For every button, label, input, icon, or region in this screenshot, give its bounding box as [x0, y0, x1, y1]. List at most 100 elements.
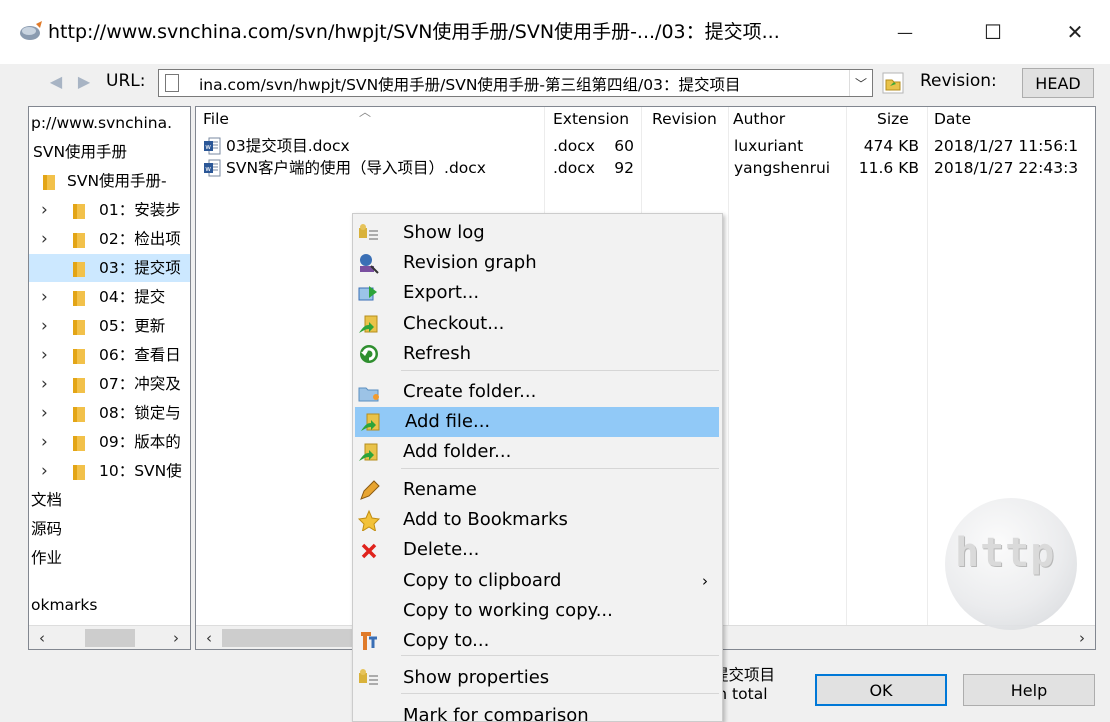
table-row[interactable]: w SVN客户端的使用（导入项目）.docx .docx 92 yangshenrui 1… [196, 157, 1095, 179]
column-header-date[interactable]: Date [934, 107, 971, 131]
menu-item-label: Copy to... [403, 630, 490, 651]
tree-item-label: 07：冲突及 [99, 375, 181, 393]
menu-item-add-to-bookmarks[interactable]: Add to Bookmarks [353, 505, 722, 535]
word-document-icon: w [204, 137, 221, 155]
chevron-right-icon[interactable]: › [41, 399, 48, 427]
menu-item-add-file[interactable]: Add file... [355, 407, 719, 437]
tree-item[interactable]: › 06：查看日 [29, 341, 190, 369]
file-revision: 60 [614, 137, 634, 155]
menu-item-label: Copy to working copy... [403, 600, 613, 621]
folder-icon [73, 465, 85, 480]
menu-item-copy-to[interactable]: Copy to... [353, 626, 722, 656]
tree-item[interactable]: › 04：提交 [29, 283, 190, 311]
column-header-revision[interactable]: Revision [652, 107, 717, 131]
checkout-icon [359, 315, 378, 333]
menu-separator [401, 468, 719, 469]
menu-item-label: Add to Bookmarks [403, 509, 568, 530]
menu-item-refresh[interactable]: Refresh [353, 339, 722, 369]
file-author: yangshenrui [734, 159, 831, 177]
tree-item[interactable]: › 02：检出项 [29, 225, 190, 253]
tree-item[interactable]: 源码 [29, 515, 190, 543]
tree-item[interactable]: p://www.svnchina. [29, 109, 190, 137]
scroll-left-icon[interactable]: ‹ [196, 626, 222, 649]
scroll-thumb[interactable] [85, 629, 135, 647]
tree-item[interactable]: SVN使用手册 [29, 138, 190, 166]
chevron-right-icon[interactable]: › [41, 312, 48, 340]
revision-head-button[interactable]: HEAD [1022, 68, 1094, 98]
chevron-right-icon[interactable]: › [41, 457, 48, 485]
tree-item[interactable]: › 09：版本的 [29, 428, 190, 456]
repo-browser-icon [20, 21, 42, 40]
bookmarks-label: okmarks [31, 596, 98, 614]
scroll-left-icon[interactable]: ‹ [29, 626, 55, 649]
file-name: SVN客户端的使用（导入项目）.docx [226, 159, 486, 177]
tree-item[interactable]: › 08：锁定与 [29, 399, 190, 427]
tree-item-label: 源码 [31, 520, 63, 538]
menu-item-copy-to-clipboard[interactable]: Copy to clipboard › [353, 566, 722, 596]
menu-item-create-folder[interactable]: Create folder... [353, 377, 722, 407]
scroll-thumb[interactable] [222, 629, 352, 647]
help-button[interactable]: Help [963, 674, 1095, 706]
maximize-button[interactable]: ☐ [970, 14, 1016, 50]
menu-item-label: Rename [403, 479, 477, 500]
column-header-size[interactable]: Size [877, 107, 909, 131]
menu-item-show-log[interactable]: Show log [353, 218, 722, 248]
chevron-down-icon[interactable]: ﹀ [849, 70, 872, 96]
forward-arrow-icon[interactable]: ▶ [74, 72, 94, 92]
repository-tree[interactable]: p://www.svnchina. SVN使用手册 SVN使用手册- › 01：安装步 ›… [28, 106, 191, 650]
menu-item-show-properties[interactable]: Show properties [353, 663, 722, 693]
chevron-right-icon[interactable]: › [41, 196, 48, 224]
bookmark-star-icon [357, 509, 381, 531]
menu-item-mark-for-comparison[interactable]: Mark for comparison [353, 701, 722, 721]
tree-item[interactable]: 03：提交项 [29, 254, 190, 282]
column-header-extension[interactable]: Extension [553, 107, 629, 131]
tree-item[interactable]: › 07：冲突及 [29, 370, 190, 398]
folder-icon [73, 233, 85, 248]
scroll-right-icon[interactable]: › [163, 626, 189, 649]
chevron-right-icon[interactable]: › [41, 370, 48, 398]
add-file-icon [361, 413, 380, 431]
menu-item-add-folder[interactable]: Add folder... [353, 437, 722, 467]
sort-ascending-icon: ︿ [359, 106, 372, 119]
table-row[interactable]: w 03提交项目.docx .docx 60 luxuriant 474 KB 2018/1… [196, 135, 1095, 157]
revision-picker-icon[interactable] [882, 72, 904, 94]
close-button[interactable]: ✕ [1052, 14, 1098, 50]
tree-item-label: 06：查看日 [99, 346, 181, 364]
back-arrow-icon[interactable]: ◀ [46, 72, 66, 92]
column-header-author[interactable]: Author [733, 107, 785, 131]
tree-item-label: 05：更新 [99, 317, 166, 335]
tree-item[interactable]: 作业 [29, 544, 190, 572]
chevron-right-icon[interactable]: › [41, 225, 48, 253]
menu-separator [401, 655, 719, 656]
menu-separator [401, 693, 719, 694]
chevron-right-icon[interactable]: › [41, 428, 48, 456]
tree-item[interactable]: 文档 [29, 486, 190, 514]
tree-horizontal-scrollbar[interactable]: ‹ › [29, 625, 190, 649]
url-input[interactable]: ina.com/svn/hwpjt/SVN使用手册/SVN使用手册-第三组第四组… [199, 73, 740, 95]
menu-item-revision-graph[interactable]: Revision graph [353, 248, 722, 278]
minimize-button[interactable]: — [882, 14, 928, 50]
chevron-right-icon[interactable]: › [41, 341, 48, 369]
tree-item-label: 09：版本的 [99, 433, 181, 451]
url-combobox[interactable]: ina.com/svn/hwpjt/SVN使用手册/SVN使用手册-第三组第四组… [158, 69, 873, 97]
menu-item-copy-to-working-copy[interactable]: Copy to working copy... [353, 596, 722, 626]
tree-item[interactable]: › 01：安装步 [29, 196, 190, 224]
tree-item-label: p://www.svnchina. [31, 114, 173, 132]
tree-item[interactable]: SVN使用手册- [29, 167, 190, 195]
tree-item[interactable]: › 10：SVN使 [29, 457, 190, 485]
ok-button[interactable]: OK [815, 674, 947, 706]
menu-item-rename[interactable]: Rename [353, 475, 722, 505]
submenu-arrow-icon: › [702, 572, 708, 590]
chevron-right-icon[interactable]: › [41, 283, 48, 311]
menu-item-checkout[interactable]: Checkout... [353, 309, 722, 339]
column-header-file[interactable]: File [203, 107, 229, 131]
file-extension: .docx [553, 137, 595, 155]
menu-item-delete[interactable]: Delete... [353, 535, 722, 565]
menu-item-label: Add folder... [403, 441, 512, 462]
menu-item-export[interactable]: Export... [353, 278, 722, 308]
tree-item-label: 02：检出项 [99, 230, 181, 248]
tree-item[interactable]: › 05：更新 [29, 312, 190, 340]
word-document-icon: w [204, 159, 221, 177]
tree-item-label: SVN使用手册 [33, 143, 128, 161]
scroll-right-icon[interactable]: › [1069, 626, 1095, 649]
